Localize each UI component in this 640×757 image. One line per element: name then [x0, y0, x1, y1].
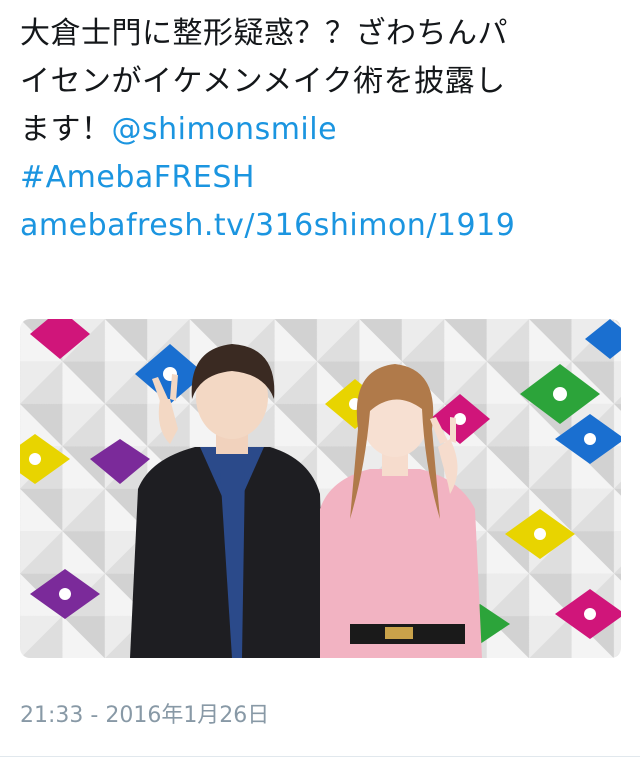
tweet-timestamp[interactable]: 21:33 - 2016年1月26日 [20, 697, 269, 729]
tweet-text-line-2: イセンがイケメンメイク術を披露し [20, 64, 506, 99]
photo-two-people-peace-sign-icon [20, 319, 621, 658]
url-link[interactable]: amebafresh.tv/316shimon/1919 [20, 202, 624, 250]
tweet-text-line-3-text: ます！ [20, 112, 112, 147]
hashtag-link[interactable]: #AmebaFRESH [20, 154, 624, 202]
tweet-text-line-3: ます！@shimonsmile [20, 106, 624, 154]
mention-link[interactable]: @shimonsmile [112, 112, 338, 147]
tweet-text-line-1: 大倉士門に整形疑惑？？ざわちんパ [20, 16, 508, 51]
tweet-text: 大倉士門に整形疑惑？？ざわちんパ イセンがイケメンメイク術を披露し ます！@sh… [20, 10, 624, 250]
tweet-photo[interactable] [20, 319, 621, 658]
